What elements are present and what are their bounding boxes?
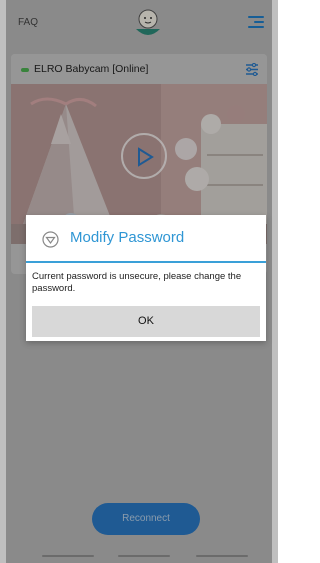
ok-button[interactable]: OK xyxy=(32,306,260,337)
dialog-message: Current password is unsecure, please cha… xyxy=(32,271,242,294)
password-shield-icon xyxy=(42,231,59,248)
modify-password-dialog: Modify Password Current password is unse… xyxy=(26,215,266,341)
dialog-title: Modify Password xyxy=(70,229,185,246)
dialog-header: Modify Password xyxy=(26,215,266,263)
